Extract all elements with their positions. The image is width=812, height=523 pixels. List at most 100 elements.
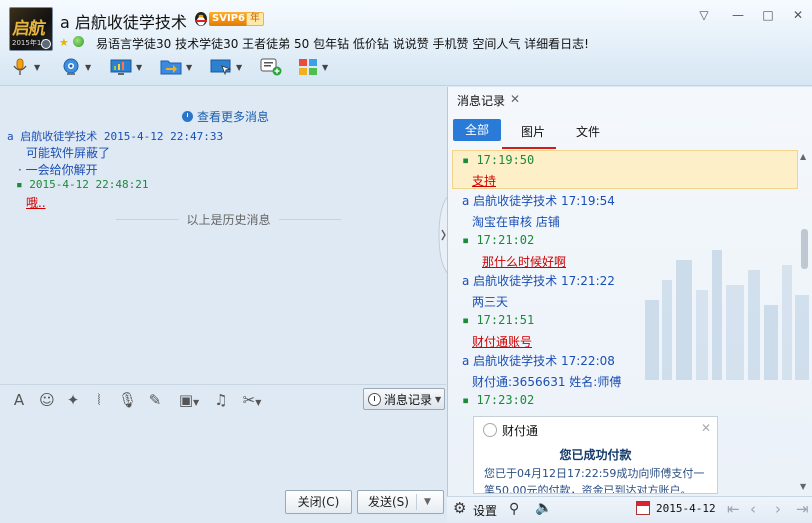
payment-card-close-icon[interactable]: ✕ [701, 421, 711, 435]
message-text: 哦.. [26, 196, 46, 210]
log-time: ▪ 17:21:02 [462, 233, 535, 247]
payment-card-line: 您已于04月12日17:22:59成功向师傅支付一 [484, 467, 705, 480]
create-discussion-icon [260, 58, 282, 76]
scroll-down-icon[interactable]: ▼ [800, 482, 806, 491]
screenshot-scissors-icon[interactable]: ✂▼ [237, 391, 267, 409]
panel-title: 消息记录 [457, 94, 506, 108]
message-text: · 一会给你解开 [18, 163, 98, 177]
font-icon[interactable]: A [10, 391, 28, 409]
log-scrollbar[interactable] [798, 150, 810, 490]
message-text: 一会给你解开 [25, 163, 98, 177]
log-time: ▪ 17:23:02 [462, 393, 535, 407]
message-log-button[interactable]: 消息记录 ▼ [363, 388, 445, 410]
chevron-down-icon[interactable]: ▼ [424, 491, 431, 513]
online-status-icon[interactable] [73, 36, 84, 47]
clock-icon [368, 392, 381, 406]
edit-icon[interactable]: ✎ [146, 391, 164, 409]
log-text: 那什么时候好啊 [482, 255, 567, 269]
payment-card[interactable]: 财付通 ✕ 您已成功付款 您已于04月12日17:22:59成功向师傅支付一 笔… [473, 416, 718, 494]
voice-call-button[interactable]: ▼ [10, 57, 40, 77]
vip-badge[interactable]: SVIP6 [209, 12, 248, 26]
payment-card-body: 您已于04月12日17:22:59成功向师傅支付一 笔50.00元的付款，资金已… [484, 465, 709, 494]
log-time-value: 17:19:50 [476, 153, 535, 167]
view-more-messages-link[interactable]: 查看更多消息 [182, 108, 269, 125]
log-time-value: 17:21:02 [476, 233, 535, 247]
panel-bottom-bar [447, 496, 812, 523]
tab-images[interactable]: 图片 [521, 123, 545, 140]
send-button[interactable]: 发送(S) ▼ [357, 490, 444, 514]
calendar-icon[interactable] [636, 501, 650, 515]
shake-window-icon[interactable]: ⦚ [90, 391, 108, 409]
message-header: ▪ 2015-4-12 22:48:21 [16, 178, 149, 191]
log-time: ▪ 17:19:50 [462, 153, 535, 167]
chevron-down-icon: ▼ [435, 394, 442, 404]
file-transfer-icon [160, 60, 182, 75]
send-button-label: 发送(S) [368, 495, 409, 509]
qq-penguin-icon [195, 12, 207, 26]
date-label[interactable]: 2015-4-12 [656, 502, 716, 515]
log-text: 财付通:3656631 姓名:师傅 [472, 375, 622, 389]
microphone-icon [13, 58, 27, 75]
log-text: 支持 [472, 174, 497, 188]
log-text: 两三天 [472, 295, 509, 309]
tab-all[interactable]: 全部 [453, 119, 501, 141]
create-discussion-button[interactable] [260, 57, 282, 77]
file-transfer-button[interactable]: ▼ [160, 57, 192, 77]
log-header: a 启航收徒学技术 17:21:22 [462, 274, 615, 288]
chevron-down-icon[interactable]: ▼ [186, 63, 192, 72]
contact-name[interactable]: a 启航收徒学技术 [60, 9, 187, 33]
close-button[interactable]: 关闭(C) [285, 490, 352, 514]
previous-page-icon[interactable]: ‹ [750, 500, 756, 518]
payment-card-title: 您已成功付款 [559, 448, 632, 462]
voice-message-icon[interactable]: 🎙 [118, 391, 137, 409]
payment-card-line: 笔50.00元的付款，资金已到达对方账户。 [484, 484, 692, 494]
tab-files[interactable]: 文件 [576, 123, 600, 140]
skin-menu-icon[interactable]: ▽ [696, 8, 712, 22]
tenpay-logo-icon [483, 423, 497, 437]
chevron-down-icon[interactable]: ▼ [85, 63, 91, 72]
last-page-icon[interactable]: ⇥ [796, 500, 809, 518]
chevron-down-icon[interactable]: ▼ [34, 63, 40, 72]
remote-desktop-button[interactable]: ▼ [210, 57, 242, 77]
settings-link[interactable]: 设置 [473, 502, 497, 519]
minimize-button[interactable]: — [730, 8, 746, 22]
clock-icon [182, 111, 193, 122]
screen-share-button[interactable]: ▼ [110, 57, 142, 77]
send-button-divider [416, 494, 417, 510]
avatar-logo-text: 启航 [11, 19, 47, 39]
payment-card-name: 财付通 [502, 424, 539, 438]
chevron-down-icon[interactable]: ▼ [236, 63, 242, 72]
gear-icon[interactable]: ⚙ [453, 501, 468, 516]
first-page-icon[interactable]: ⇤ [727, 500, 740, 518]
log-time-value: 17:21:51 [476, 313, 535, 327]
log-text: 淘宝在审核 店铺 [472, 215, 560, 229]
scroll-up-icon[interactable]: ▲ [800, 152, 806, 161]
scrollbar-thumb[interactable] [801, 229, 808, 269]
send-image-icon[interactable]: ▣▼ [174, 391, 204, 409]
maximize-button[interactable]: □ [760, 8, 776, 22]
divider-line [116, 218, 179, 220]
apps-button[interactable]: ▼ [298, 57, 328, 77]
apps-icon [299, 59, 317, 75]
video-call-button[interactable]: ▼ [61, 57, 91, 77]
close-window-button[interactable]: ✕ [790, 8, 806, 22]
star-icon[interactable]: ★ [59, 36, 69, 49]
remote-desktop-icon [210, 59, 232, 76]
screen-share-icon [110, 59, 132, 75]
log-header: a 启航收徒学技术 17:22:08 [462, 354, 615, 368]
chevron-down-icon[interactable]: ▼ [136, 63, 142, 72]
history-divider-label: 以上是历史消息 [186, 212, 271, 227]
avatar[interactable]: 启航 2015年1月 [9, 7, 53, 51]
chevron-down-icon[interactable]: ▼ [322, 63, 328, 72]
emoji-icon[interactable]: ☺ [38, 391, 56, 409]
magic-wand-icon[interactable]: ✦ [64, 391, 82, 409]
speaker-icon[interactable]: 🔈 [535, 500, 552, 516]
panel-close-icon[interactable]: ✕ [510, 92, 520, 106]
message-input[interactable] [0, 414, 446, 488]
webcam-icon [63, 58, 79, 75]
next-page-icon[interactable]: › [775, 500, 781, 518]
view-more-messages-label: 查看更多消息 [197, 110, 270, 124]
music-icon[interactable]: ♫ [212, 391, 230, 409]
log-time: ▪ 17:21:51 [462, 313, 535, 327]
search-icon[interactable]: ⚲ [509, 501, 519, 517]
